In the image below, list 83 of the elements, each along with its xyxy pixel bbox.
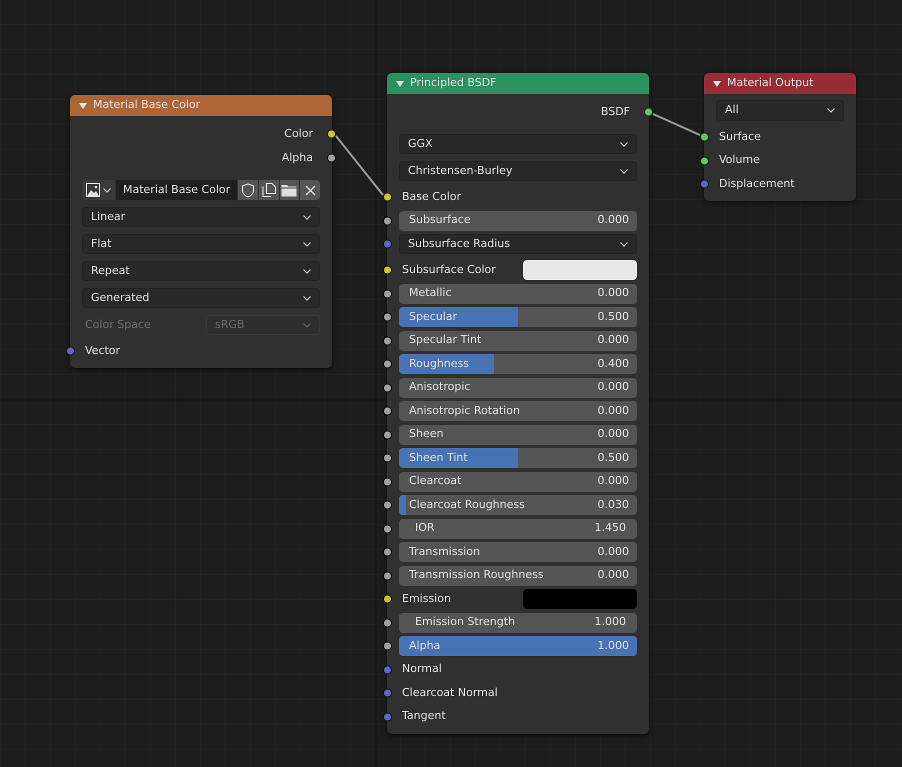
socket[interactable] — [383, 312, 392, 322]
chevron-icon — [620, 242, 628, 246]
socket-label: Displacement — [719, 176, 795, 192]
value-slider[interactable]: Anisotropic Rotation 0.000 — [399, 401, 637, 421]
socket-label: Emission — [402, 590, 451, 607]
socket-label: Tangent — [402, 708, 446, 724]
chevron-icon — [103, 188, 111, 192]
socket-label: Surface — [719, 128, 761, 145]
collapse-icon[interactable] — [396, 80, 404, 86]
value-slider[interactable]: Roughness 0.400 — [399, 354, 637, 374]
image-action-button[interactable] — [300, 180, 320, 200]
value-slider[interactable]: Transmission 0.000 — [399, 542, 637, 562]
image-action-button[interactable] — [238, 180, 258, 200]
dropdown[interactable]: Repeat — [82, 261, 320, 281]
chevron-icon — [620, 168, 628, 174]
socket[interactable] — [327, 130, 336, 138]
node-title: Material Output — [727, 75, 814, 92]
socket-label: Clearcoat Normal — [402, 684, 498, 701]
socket-label: Subsurface Color — [402, 262, 496, 278]
image-icon — [86, 183, 100, 197]
node-link — [334, 134, 385, 197]
chevron-icon — [303, 322, 311, 328]
socket[interactable] — [383, 642, 392, 650]
socket[interactable] — [383, 266, 392, 274]
socket[interactable] — [644, 108, 653, 116]
value-slider[interactable]: Specular Tint 0.000 — [399, 330, 637, 350]
socket-label: Vector — [85, 342, 120, 359]
value-slider[interactable]: Alpha 1.000 — [399, 636, 637, 656]
value-slider[interactable]: Subsurface 0.000 — [399, 210, 637, 230]
node-title: Principled BSDF — [410, 75, 497, 92]
dropdown[interactable]: Linear — [82, 207, 320, 227]
dropdown[interactable]: GGX — [399, 134, 637, 154]
dropdown[interactable]: All — [716, 100, 844, 121]
image-browse-button[interactable] — [82, 180, 115, 200]
shield-icon — [241, 182, 256, 198]
collapse-icon[interactable] — [79, 102, 87, 108]
socket-label: Base Color — [402, 188, 462, 205]
socket[interactable] — [383, 594, 392, 604]
dropdown[interactable]: Flat — [82, 234, 320, 254]
socket-label: Alpha — [282, 150, 313, 166]
chevron-icon — [303, 268, 311, 274]
socket[interactable] — [383, 360, 392, 368]
node-link — [651, 112, 702, 137]
socket-label: Volume — [719, 152, 760, 168]
image-name-field[interactable]: Material Base Color — [116, 180, 238, 200]
color-swatch[interactable] — [523, 589, 637, 609]
value-slider[interactable]: Anisotropic 0.000 — [399, 378, 637, 398]
copy-icon — [262, 183, 276, 197]
image-action-button[interactable] — [280, 180, 300, 200]
socket[interactable] — [327, 154, 336, 162]
value-slider[interactable]: Clearcoat 0.000 — [399, 472, 637, 492]
value-slider[interactable]: Specular 0.500 — [399, 307, 637, 327]
value-slider[interactable]: Sheen 0.000 — [399, 424, 637, 444]
chevron-icon — [303, 296, 311, 300]
value-slider[interactable]: Sheen Tint 0.500 — [399, 448, 637, 468]
socket[interactable] — [383, 192, 392, 202]
color-swatch[interactable] — [523, 260, 637, 280]
dropdown[interactable]: Subsurface Radius — [399, 234, 637, 254]
image-action-button[interactable] — [258, 180, 279, 200]
value-slider[interactable]: Transmission Roughness 0.000 — [399, 566, 637, 586]
chevron-icon — [827, 108, 835, 113]
chevron-icon — [303, 214, 311, 220]
folder-icon — [281, 184, 298, 196]
property-label: Color Space — [85, 316, 151, 333]
socket-label: BSDF — [600, 104, 630, 120]
number-field[interactable]: Emission Strength 1.000 — [399, 612, 637, 632]
number-field[interactable]: IOR 1.450 — [399, 518, 637, 538]
socket[interactable] — [383, 500, 392, 510]
value-slider[interactable]: Metallic 0.000 — [399, 284, 637, 304]
socket[interactable] — [383, 406, 392, 416]
dropdown[interactable]: Generated — [82, 288, 320, 308]
close-icon — [304, 184, 316, 196]
chevron-icon — [620, 142, 628, 146]
socket[interactable] — [383, 548, 392, 556]
socket-label: Normal — [402, 661, 442, 678]
socket[interactable] — [700, 132, 709, 142]
socket[interactable] — [383, 454, 392, 462]
node-title: Material Base Color — [93, 97, 200, 114]
value-slider[interactable]: Clearcoat Roughness 0.030 — [399, 495, 637, 515]
dropdown[interactable]: Christensen-Burley — [399, 161, 637, 181]
collapse-icon[interactable] — [713, 80, 721, 86]
socket-label: Color — [284, 126, 313, 142]
chevron-icon — [303, 242, 311, 246]
